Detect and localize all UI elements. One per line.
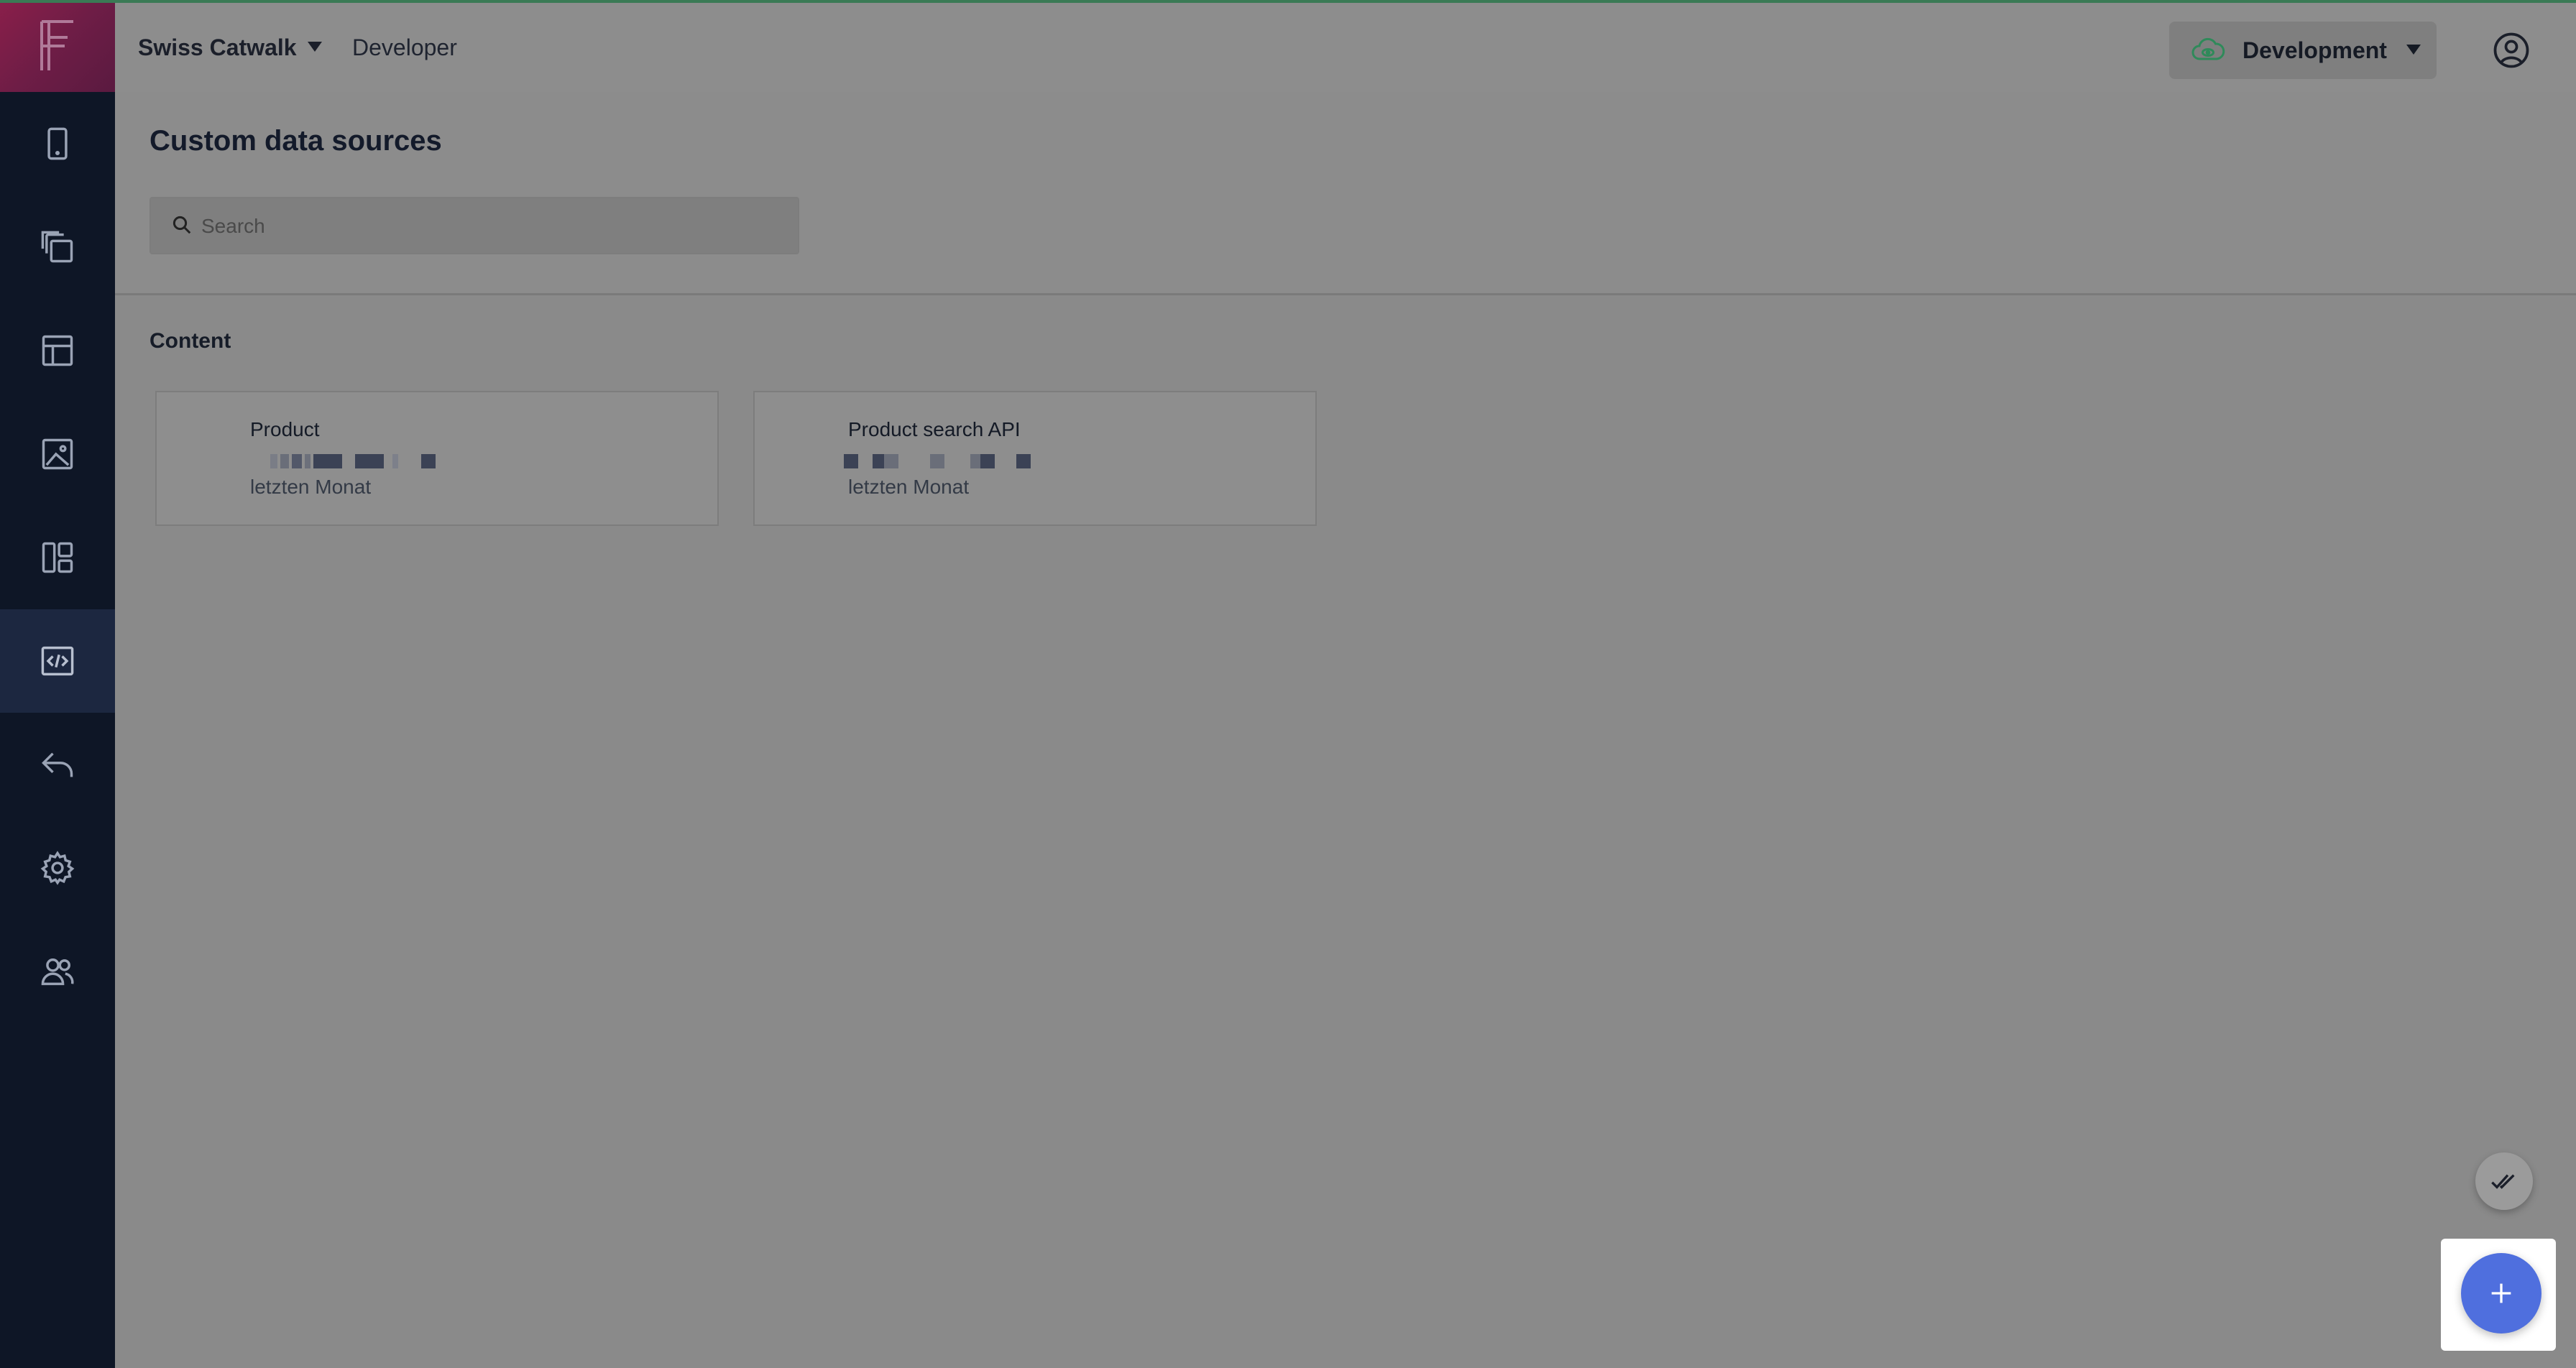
app-logo[interactable] (0, 0, 115, 92)
sidebar-item-settings[interactable] (0, 816, 115, 920)
search-box (150, 197, 799, 254)
workspace-dropdown-caret-icon[interactable] (308, 42, 322, 52)
search-icon (172, 216, 191, 234)
page-header-section: Custom data sources (115, 92, 2576, 295)
sidebar-item-redirects[interactable] (0, 713, 115, 816)
reply-icon (42, 752, 73, 777)
environment-selector[interactable]: Development (2169, 22, 2437, 79)
workspace-name[interactable]: Swiss Catwalk (138, 34, 297, 61)
page-title: Custom data sources (150, 125, 442, 157)
mobile-icon (47, 127, 68, 160)
card-title: Product (250, 418, 320, 440)
environment-label: Development (2242, 37, 2387, 63)
card-title: Product search API (848, 418, 1021, 440)
copy-icon (41, 231, 73, 263)
sidebar-item-developer[interactable] (0, 609, 115, 713)
header-role-label: Developer (352, 34, 457, 60)
sidebar-item-layouts[interactable] (0, 299, 115, 402)
code-icon (41, 646, 74, 676)
sidebar (0, 0, 115, 1368)
data-source-card[interactable]: Product search API letzten Monat (753, 391, 1317, 526)
logo-icon (40, 20, 73, 70)
top-accent-line (0, 0, 2576, 3)
sidebar-item-components[interactable] (0, 506, 115, 609)
cloud-eye-icon (2191, 37, 2225, 60)
app: Swiss Catwalk Developer Development Cust… (0, 0, 2576, 1368)
data-source-card[interactable]: Product letzten Monat (155, 391, 719, 526)
sidebar-item-team[interactable] (0, 920, 115, 1023)
fab-highlight (2441, 1239, 2556, 1351)
image-icon (42, 438, 73, 470)
layout-icon (42, 335, 73, 366)
sidebar-item-pages[interactable] (0, 195, 115, 299)
users-icon (41, 958, 74, 986)
search-input[interactable] (200, 198, 778, 254)
card-subtitle: letzten Monat (250, 476, 372, 498)
mark-all-read-button[interactable] (2475, 1152, 2533, 1210)
chevron-down-icon (2406, 45, 2421, 55)
sidebar-item-devices[interactable] (0, 92, 115, 195)
sidebar-item-media[interactable] (0, 402, 115, 506)
section-heading: Content (150, 329, 231, 353)
plus-icon (2491, 1283, 2511, 1303)
account-icon[interactable] (2490, 29, 2533, 72)
top-header: Swiss Catwalk Developer Development (115, 3, 2576, 92)
dashboard-icon (42, 542, 73, 573)
double-check-icon (2491, 1174, 2515, 1189)
gear-icon (40, 851, 75, 885)
add-data-source-button[interactable] (2461, 1253, 2542, 1334)
card-subtitle: letzten Monat (848, 476, 970, 498)
